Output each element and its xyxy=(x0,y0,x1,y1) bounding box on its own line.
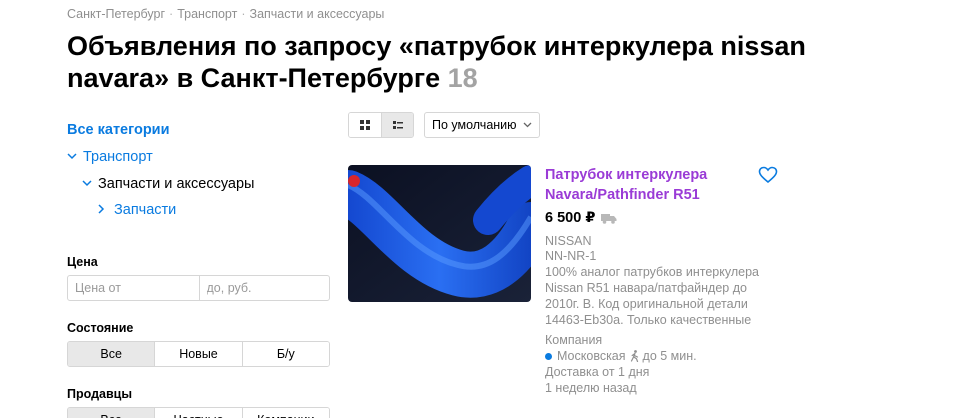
breadcrumb: Санкт-Петербург · Транспорт · Запчасти и акс… xyxy=(67,7,384,21)
listing-metro: Московская до 5 мин. xyxy=(545,348,697,364)
condition-selector: Все Новые Б/у xyxy=(67,341,330,367)
category-parts-label: Запчасти xyxy=(114,202,177,218)
results-count: 18 xyxy=(447,63,478,93)
chevron-down-icon xyxy=(67,151,77,163)
category-parts-accessories-label: Запчасти и аксессуары xyxy=(98,176,255,192)
listing-title[interactable]: Патрубок интеркулера Navara/Pathfinder R… xyxy=(545,165,745,205)
listing-posted: 1 неделю назад xyxy=(545,381,637,395)
list-icon xyxy=(392,121,403,129)
heart-icon[interactable] xyxy=(758,166,778,184)
listing-delivery: Доставка от 1 дня xyxy=(545,365,650,379)
chevron-down-icon xyxy=(523,113,532,146)
price-from-input[interactable] xyxy=(68,276,199,300)
sort-select-value: По умолчанию xyxy=(432,118,517,132)
category-transport[interactable]: Транспорт xyxy=(67,149,153,165)
truck-icon xyxy=(601,213,617,224)
condition-option-all[interactable]: Все xyxy=(68,342,155,366)
grid-view-button[interactable] xyxy=(349,113,381,137)
breadcrumb-separator: · xyxy=(169,7,174,21)
listing-description: 100% аналог патрубков интеркулера Nissan… xyxy=(545,265,759,327)
view-toggle xyxy=(348,112,414,138)
sellers-option-all[interactable]: Все xyxy=(68,408,155,418)
listing-code: NN-NR-1 xyxy=(545,249,597,263)
sellers-label: Продавцы xyxy=(67,387,133,401)
listing-brand: NISSAN xyxy=(545,234,592,248)
price-label: Цена xyxy=(67,255,98,269)
breadcrumb-parts-accessories[interactable]: Запчасти и аксессуары xyxy=(250,7,385,21)
metro-line-icon xyxy=(545,352,552,360)
grid-icon xyxy=(360,120,370,130)
sort-select[interactable]: По умолчанию xyxy=(424,112,540,138)
listing-photo[interactable] xyxy=(348,165,531,302)
sellers-option-private[interactable]: Частные xyxy=(154,408,242,418)
listing-price-value: 6 500 ₽ xyxy=(545,210,596,226)
page-title-text: Объявления по запросу «патрубок интеркул… xyxy=(67,31,806,93)
listing-seller-type: Компания xyxy=(545,333,603,347)
sellers-selector: Все Частные Компании xyxy=(67,407,330,418)
chevron-down-icon xyxy=(82,178,92,190)
listing-price: 6 500 ₽ xyxy=(545,210,617,226)
price-to-input[interactable] xyxy=(198,276,329,300)
sellers-option-companies[interactable]: Компании xyxy=(241,408,329,418)
condition-option-used[interactable]: Б/у xyxy=(241,342,329,366)
breadcrumb-transport[interactable]: Транспорт xyxy=(177,7,237,21)
category-parts-accessories[interactable]: Запчасти и аксессуары xyxy=(82,176,254,192)
condition-option-new[interactable]: Новые xyxy=(154,342,242,366)
chevron-right-icon xyxy=(98,203,108,217)
list-view-button[interactable] xyxy=(381,113,413,137)
page-title: Объявления по запросу «патрубок интеркул… xyxy=(67,30,867,94)
breadcrumb-city[interactable]: Санкт-Петербург xyxy=(67,7,165,21)
category-all[interactable]: Все категории xyxy=(67,122,170,138)
category-transport-label: Транспорт xyxy=(83,149,153,165)
condition-label: Состояние xyxy=(67,321,134,335)
walking-icon xyxy=(630,350,638,362)
breadcrumb-separator: · xyxy=(241,7,246,21)
category-parts[interactable]: Запчасти xyxy=(98,202,176,218)
listing-metro-station: Московская xyxy=(557,349,626,363)
listing-walk-time: до 5 мин. xyxy=(642,349,697,363)
price-range xyxy=(67,275,330,301)
